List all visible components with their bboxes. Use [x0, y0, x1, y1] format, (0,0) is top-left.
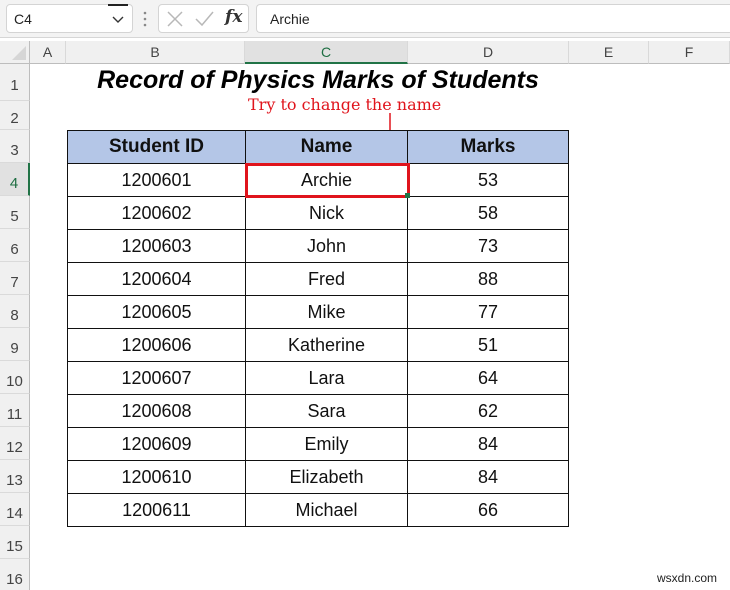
watermark: wsxdn.com — [657, 571, 718, 585]
cell-marks[interactable]: 88 — [407, 262, 569, 296]
table-row: 1200610 Elizabeth 84 — [67, 460, 569, 494]
cell-marks[interactable]: 64 — [407, 361, 569, 395]
row-header-12[interactable]: 12 — [0, 427, 30, 460]
cell-name[interactable]: Katherine — [245, 328, 408, 362]
marks-table: Student ID Name Marks 1200601 Archie 53 120… — [67, 130, 569, 527]
cell-marks[interactable]: 84 — [407, 427, 569, 461]
row-header-2[interactable]: 2 — [0, 101, 30, 130]
row-header-8[interactable]: 8 — [0, 295, 30, 328]
name-box[interactable]: C4 — [6, 4, 133, 33]
table-row: 1200604 Fred 88 — [67, 262, 569, 296]
cell-marks[interactable]: 73 — [407, 229, 569, 263]
cell-student-id[interactable]: 1200607 — [67, 361, 246, 395]
cell-student-id[interactable]: 1200610 — [67, 460, 246, 494]
table-row: 1200602 Nick 58 — [67, 196, 569, 230]
cell-name[interactable]: Michael — [245, 493, 408, 527]
cell-name[interactable]: John — [245, 229, 408, 263]
cell-student-id[interactable]: 1200602 — [67, 196, 246, 230]
cell-name[interactable]: Emily — [245, 427, 408, 461]
header-name[interactable]: Name — [245, 130, 408, 164]
row-header-3[interactable]: 3 — [0, 130, 30, 163]
cell-student-id[interactable]: 1200609 — [67, 427, 246, 461]
column-header-a[interactable]: A — [30, 41, 66, 64]
table-row: 1200603 John 73 — [67, 229, 569, 263]
table-row: 1200607 Lara 64 — [67, 361, 569, 395]
cell-marks[interactable]: 66 — [407, 493, 569, 527]
table-row: 1200605 Mike 77 — [67, 295, 569, 329]
cancel-x-icon[interactable] — [165, 10, 185, 28]
cell-name[interactable]: Lara — [245, 361, 408, 395]
table-row: 1200609 Emily 84 — [67, 427, 569, 461]
table-row: 1200608 Sara 62 — [67, 394, 569, 428]
cell-name[interactable]: Sara — [245, 394, 408, 428]
cell-name[interactable]: Archie — [245, 163, 408, 197]
cell-marks[interactable]: 53 — [407, 163, 569, 197]
column-header-f[interactable]: F — [649, 41, 730, 64]
column-header-b[interactable]: B — [66, 41, 245, 64]
cell-student-id[interactable]: 1200611 — [67, 493, 246, 527]
row-header-10[interactable]: 10 — [0, 361, 30, 394]
select-all-button[interactable] — [0, 41, 30, 64]
table-row: 1200601 Archie 53 — [67, 163, 569, 197]
name-box-value: C4 — [14, 11, 32, 27]
cell-student-id[interactable]: 1200601 — [67, 163, 246, 197]
row-header-4[interactable]: 4 — [0, 163, 30, 196]
chevron-down-icon[interactable] — [110, 10, 126, 28]
name-box-accent — [108, 4, 128, 6]
select-all-triangle-icon — [12, 46, 26, 60]
table-row: 1200606 Katherine 51 — [67, 328, 569, 362]
row-header-13[interactable]: 13 — [0, 460, 30, 493]
enter-check-icon[interactable] — [194, 10, 214, 28]
more-options-icon[interactable] — [143, 10, 147, 28]
row-header-11[interactable]: 11 — [0, 394, 30, 427]
row-header-6[interactable]: 6 — [0, 229, 30, 262]
table-row: 1200611 Michael 66 — [67, 493, 569, 527]
row-header-15[interactable]: 15 — [0, 526, 30, 559]
formula-bar: C4 fx Archie — [0, 0, 730, 38]
sheet-title: Record of Physics Marks of Students — [97, 66, 539, 94]
row-header-7[interactable]: 7 — [0, 262, 30, 295]
row-header-5[interactable]: 5 — [0, 196, 30, 229]
cell-name[interactable]: Nick — [245, 196, 408, 230]
formula-buttons: fx — [158, 4, 249, 33]
cell-student-id[interactable]: 1200606 — [67, 328, 246, 362]
column-header-c[interactable]: C — [245, 41, 408, 64]
formula-input[interactable]: Archie — [256, 4, 730, 33]
cell-student-id[interactable]: 1200604 — [67, 262, 246, 296]
cell-marks[interactable]: 58 — [407, 196, 569, 230]
cell-student-id[interactable]: 1200608 — [67, 394, 246, 428]
cell-marks[interactable]: 51 — [407, 328, 569, 362]
cell-marks[interactable]: 62 — [407, 394, 569, 428]
cell-name[interactable]: Elizabeth — [245, 460, 408, 494]
row-header-14[interactable]: 14 — [0, 493, 30, 526]
formula-input-value: Archie — [270, 11, 310, 27]
header-student-id[interactable]: Student ID — [67, 130, 246, 164]
annotation-text: Try to change the name — [248, 95, 442, 114]
column-header-d[interactable]: D — [408, 41, 569, 64]
cell-name[interactable]: Mike — [245, 295, 408, 329]
row-header-9[interactable]: 9 — [0, 328, 30, 361]
cell-name[interactable]: Fred — [245, 262, 408, 296]
row-header-16[interactable]: 16 — [0, 559, 30, 590]
header-marks[interactable]: Marks — [407, 130, 569, 164]
cell-student-id[interactable]: 1200605 — [67, 295, 246, 329]
row-header-1[interactable]: 1 — [0, 64, 30, 101]
column-header-e[interactable]: E — [569, 41, 649, 64]
cell-student-id[interactable]: 1200603 — [67, 229, 246, 263]
cell-marks[interactable]: 84 — [407, 460, 569, 494]
cell-marks[interactable]: 77 — [407, 295, 569, 329]
table-header-row: Student ID Name Marks — [67, 130, 569, 164]
insert-function-icon[interactable]: fx — [225, 7, 242, 27]
